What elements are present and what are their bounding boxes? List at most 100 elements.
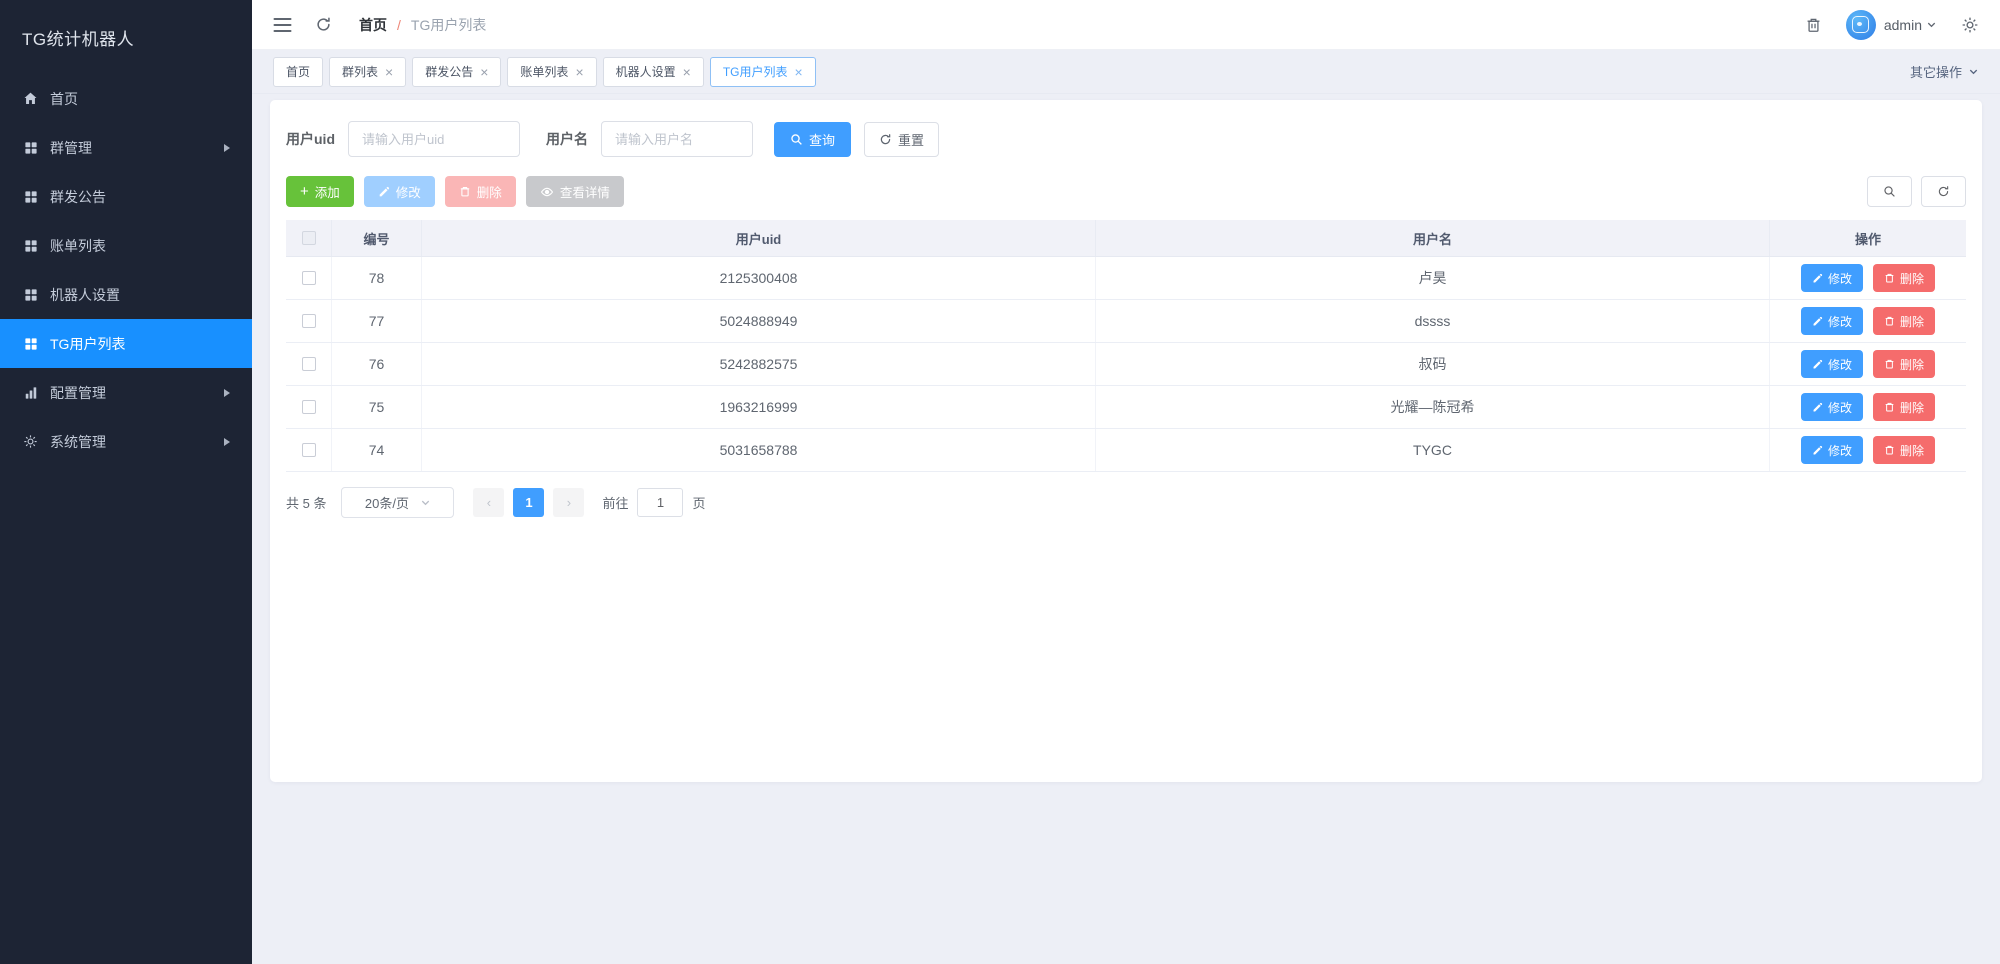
goto-page-input[interactable] — [637, 488, 684, 517]
tab-label: 账单列表 — [520, 65, 569, 79]
sidebar: TG统计机器人 首页 群管理 群发公告 账单列表 机器人设置 TG用户列表 配置… — [0, 0, 252, 964]
trash-icon — [1885, 402, 1894, 412]
table-row: 75 1963216999 光耀—陈冠希 修改 删除 — [286, 386, 1966, 429]
cell-username: 叔码 — [1096, 343, 1770, 385]
tab[interactable]: 首页 × — [273, 56, 324, 87]
cell-uid: 5242882575 — [422, 343, 1096, 385]
avatar[interactable] — [1845, 9, 1876, 40]
more-actions-dropdown[interactable]: 其它操作 — [1910, 62, 1979, 81]
chevron-right-icon — [224, 437, 230, 446]
next-page-button[interactable]: › — [553, 488, 585, 517]
tab-label: 机器人设置 — [615, 65, 676, 79]
edit-button-disabled[interactable]: 修改 — [363, 176, 435, 207]
home-icon — [22, 91, 39, 106]
cell-username: 卢昊 — [1096, 257, 1770, 299]
chevron-right-icon — [224, 388, 230, 397]
row-edit-button[interactable]: 修改 — [1800, 307, 1863, 335]
page-size-select[interactable]: 20条/页 — [341, 487, 455, 518]
breadcrumb-separator: / — [397, 16, 401, 33]
reset-button[interactable]: 重置 — [864, 121, 940, 157]
table-row: 78 2125300408 卢昊 修改 删除 — [286, 257, 1966, 300]
close-icon[interactable]: × — [480, 65, 488, 79]
sidebar-item[interactable]: 机器人设置 — [0, 270, 252, 319]
row-checkbox[interactable] — [301, 314, 316, 328]
sidebar-item[interactable]: 配置管理 — [0, 368, 252, 417]
row-edit-button[interactable]: 修改 — [1800, 264, 1863, 292]
header-username: 用户名 — [1096, 220, 1770, 256]
name-filter-label: 用户名 — [546, 131, 588, 147]
tab[interactable]: 机器人设置 × — [602, 56, 704, 87]
cell-uid: 2125300408 — [422, 257, 1096, 299]
row-delete-button[interactable]: 删除 — [1873, 307, 1936, 335]
row-edit-button[interactable]: 修改 — [1800, 436, 1863, 464]
gear-icon[interactable] — [1961, 16, 1979, 34]
row-delete-button[interactable]: 删除 — [1873, 393, 1936, 421]
name-filter-input[interactable] — [601, 121, 753, 157]
breadcrumb-root[interactable]: 首页 — [359, 15, 387, 35]
add-button[interactable]: + 添加 — [286, 176, 354, 207]
trash-icon[interactable] — [1805, 16, 1822, 34]
table-row: 77 5024888949 dssss 修改 删除 — [286, 300, 1966, 343]
row-checkbox[interactable] — [301, 400, 316, 414]
table-tools — [1867, 176, 1966, 207]
search-button[interactable]: 查询 — [774, 121, 852, 157]
search-icon-button[interactable] — [1867, 176, 1912, 207]
uid-filter-input[interactable] — [348, 121, 520, 157]
row-checkbox[interactable] — [301, 357, 316, 371]
grid-icon — [22, 141, 39, 155]
avatar-bear-icon — [1852, 16, 1870, 33]
topbar-right: admin — [1805, 9, 1979, 40]
tab-label: 首页 — [286, 65, 311, 79]
main-area: 首页 / TG用户列表 admin 首页 群列表 × 群发公告 × 账单列表 ×… — [252, 0, 2000, 964]
delete-button-disabled[interactable]: 删除 — [444, 176, 516, 207]
cell-username: dssss — [1096, 300, 1770, 342]
close-icon[interactable]: × — [795, 65, 803, 79]
refresh-icon-button[interactable] — [1921, 176, 1966, 207]
tab[interactable]: TG用户列表 × — [709, 56, 816, 87]
close-icon[interactable]: × — [575, 65, 583, 79]
chevron-down-icon[interactable] — [1926, 19, 1937, 30]
uid-filter-label: 用户uid — [286, 131, 335, 147]
refresh-icon[interactable] — [315, 16, 332, 33]
trash-icon — [1885, 445, 1894, 455]
tab[interactable]: 群发公告 × — [412, 56, 502, 87]
trash-icon — [1885, 273, 1894, 283]
user-menu[interactable]: admin — [1884, 17, 1922, 33]
close-icon[interactable]: × — [385, 65, 393, 79]
row-delete-button[interactable]: 删除 — [1873, 436, 1936, 464]
view-detail-button-disabled[interactable]: 查看详情 — [525, 176, 624, 207]
prev-page-button[interactable]: ‹ — [473, 488, 505, 517]
row-edit-button[interactable]: 修改 — [1800, 350, 1863, 378]
sidebar-item[interactable]: 群管理 — [0, 123, 252, 172]
row-edit-button[interactable]: 修改 — [1800, 393, 1863, 421]
trash-icon — [460, 187, 469, 197]
row-delete-button[interactable]: 删除 — [1873, 264, 1936, 292]
close-icon[interactable]: × — [683, 65, 691, 79]
menu-icon[interactable] — [273, 17, 292, 33]
sidebar-item[interactable]: 系统管理 — [0, 417, 252, 466]
page-number-button[interactable]: 1 — [513, 488, 545, 517]
sidebar-item-label: 首页 — [50, 90, 78, 107]
trash-icon — [1885, 359, 1894, 369]
tab[interactable]: 群列表 × — [329, 56, 407, 87]
table-row: 76 5242882575 叔码 修改 删除 — [286, 343, 1966, 386]
row-delete-button[interactable]: 删除 — [1873, 350, 1936, 378]
select-all-checkbox[interactable] — [301, 231, 316, 245]
search-icon — [791, 133, 802, 145]
breadcrumb: 首页 / TG用户列表 — [359, 15, 486, 35]
sidebar-item[interactable]: TG用户列表 — [0, 319, 252, 368]
sidebar-item[interactable]: 账单列表 — [0, 221, 252, 270]
tab-label: 群列表 — [342, 65, 379, 79]
row-checkbox[interactable] — [301, 443, 316, 457]
sidebar-item[interactable]: 首页 — [0, 74, 252, 123]
row-checkbox[interactable] — [301, 271, 316, 285]
plus-icon: + — [300, 182, 309, 200]
cell-id: 78 — [332, 257, 422, 299]
sidebar-item[interactable]: 群发公告 — [0, 172, 252, 221]
tab[interactable]: 账单列表 × — [507, 56, 597, 87]
table-header: 编号 用户uid 用户名 操作 — [286, 220, 1966, 257]
gear-icon — [22, 434, 39, 449]
tabbar: 首页 × 群列表 × 群发公告 × 账单列表 × — [252, 50, 2000, 94]
header-actions: 操作 — [1854, 231, 1881, 247]
header-id: 编号 — [332, 220, 422, 256]
